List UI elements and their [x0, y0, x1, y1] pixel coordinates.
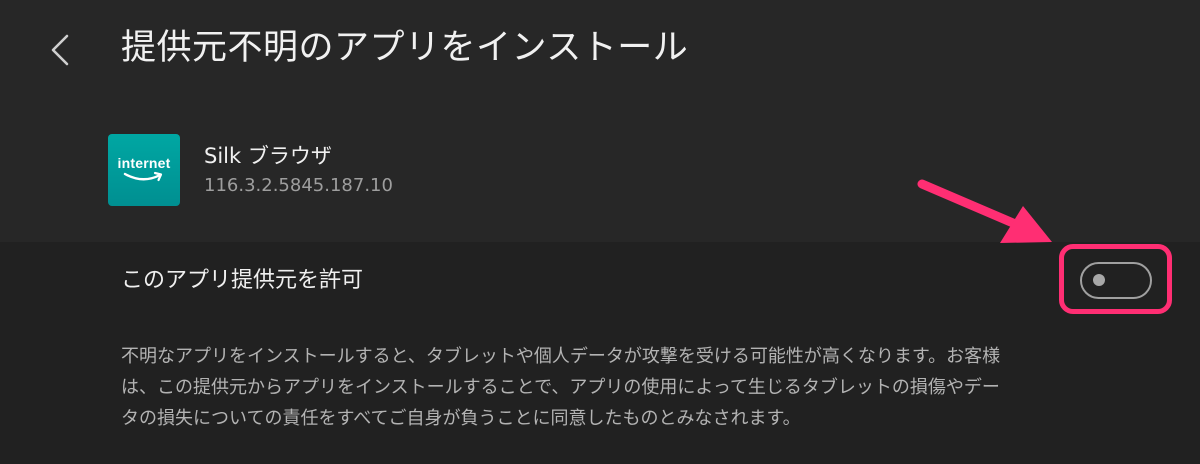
app-name: Silk ブラウザ: [204, 144, 332, 168]
internet-app-icon: internet: [108, 134, 180, 206]
description-line: は、この提供元からアプリをインストールすることで、アプリの使用によって生じるタブ…: [121, 377, 1000, 398]
app-info-row: internet Silk ブラウザ 116.3.2.5845.187.10: [108, 134, 393, 206]
page-title: 提供元不明のアプリをインストール: [121, 28, 689, 68]
warning-description: 不明なアプリをインストールすると、タブレットや個人データが攻撃を受ける可能性が高…: [121, 341, 1121, 434]
app-version: 116.3.2.5845.187.10: [204, 175, 393, 196]
app-details: Silk ブラウザ 116.3.2.5845.187.10: [204, 142, 393, 199]
annotation-arrow-icon: [917, 179, 1052, 243]
allow-source-label: このアプリ提供元を許可: [121, 268, 364, 293]
app-icon-label: internet: [117, 155, 171, 171]
description-line: 不明なアプリをインストールすると、タブレットや個人データが攻撃を受ける可能性が高…: [121, 346, 1001, 367]
back-button[interactable]: [38, 24, 82, 76]
toggle-knob: [1093, 274, 1105, 286]
amazon-smile-icon: [123, 171, 163, 182]
description-line: タの損失についての責任をすべてご自身が負うことに同意したものとみなされます。: [121, 408, 801, 429]
allow-source-toggle[interactable]: [1080, 262, 1152, 299]
chevron-left-icon: [51, 34, 69, 66]
